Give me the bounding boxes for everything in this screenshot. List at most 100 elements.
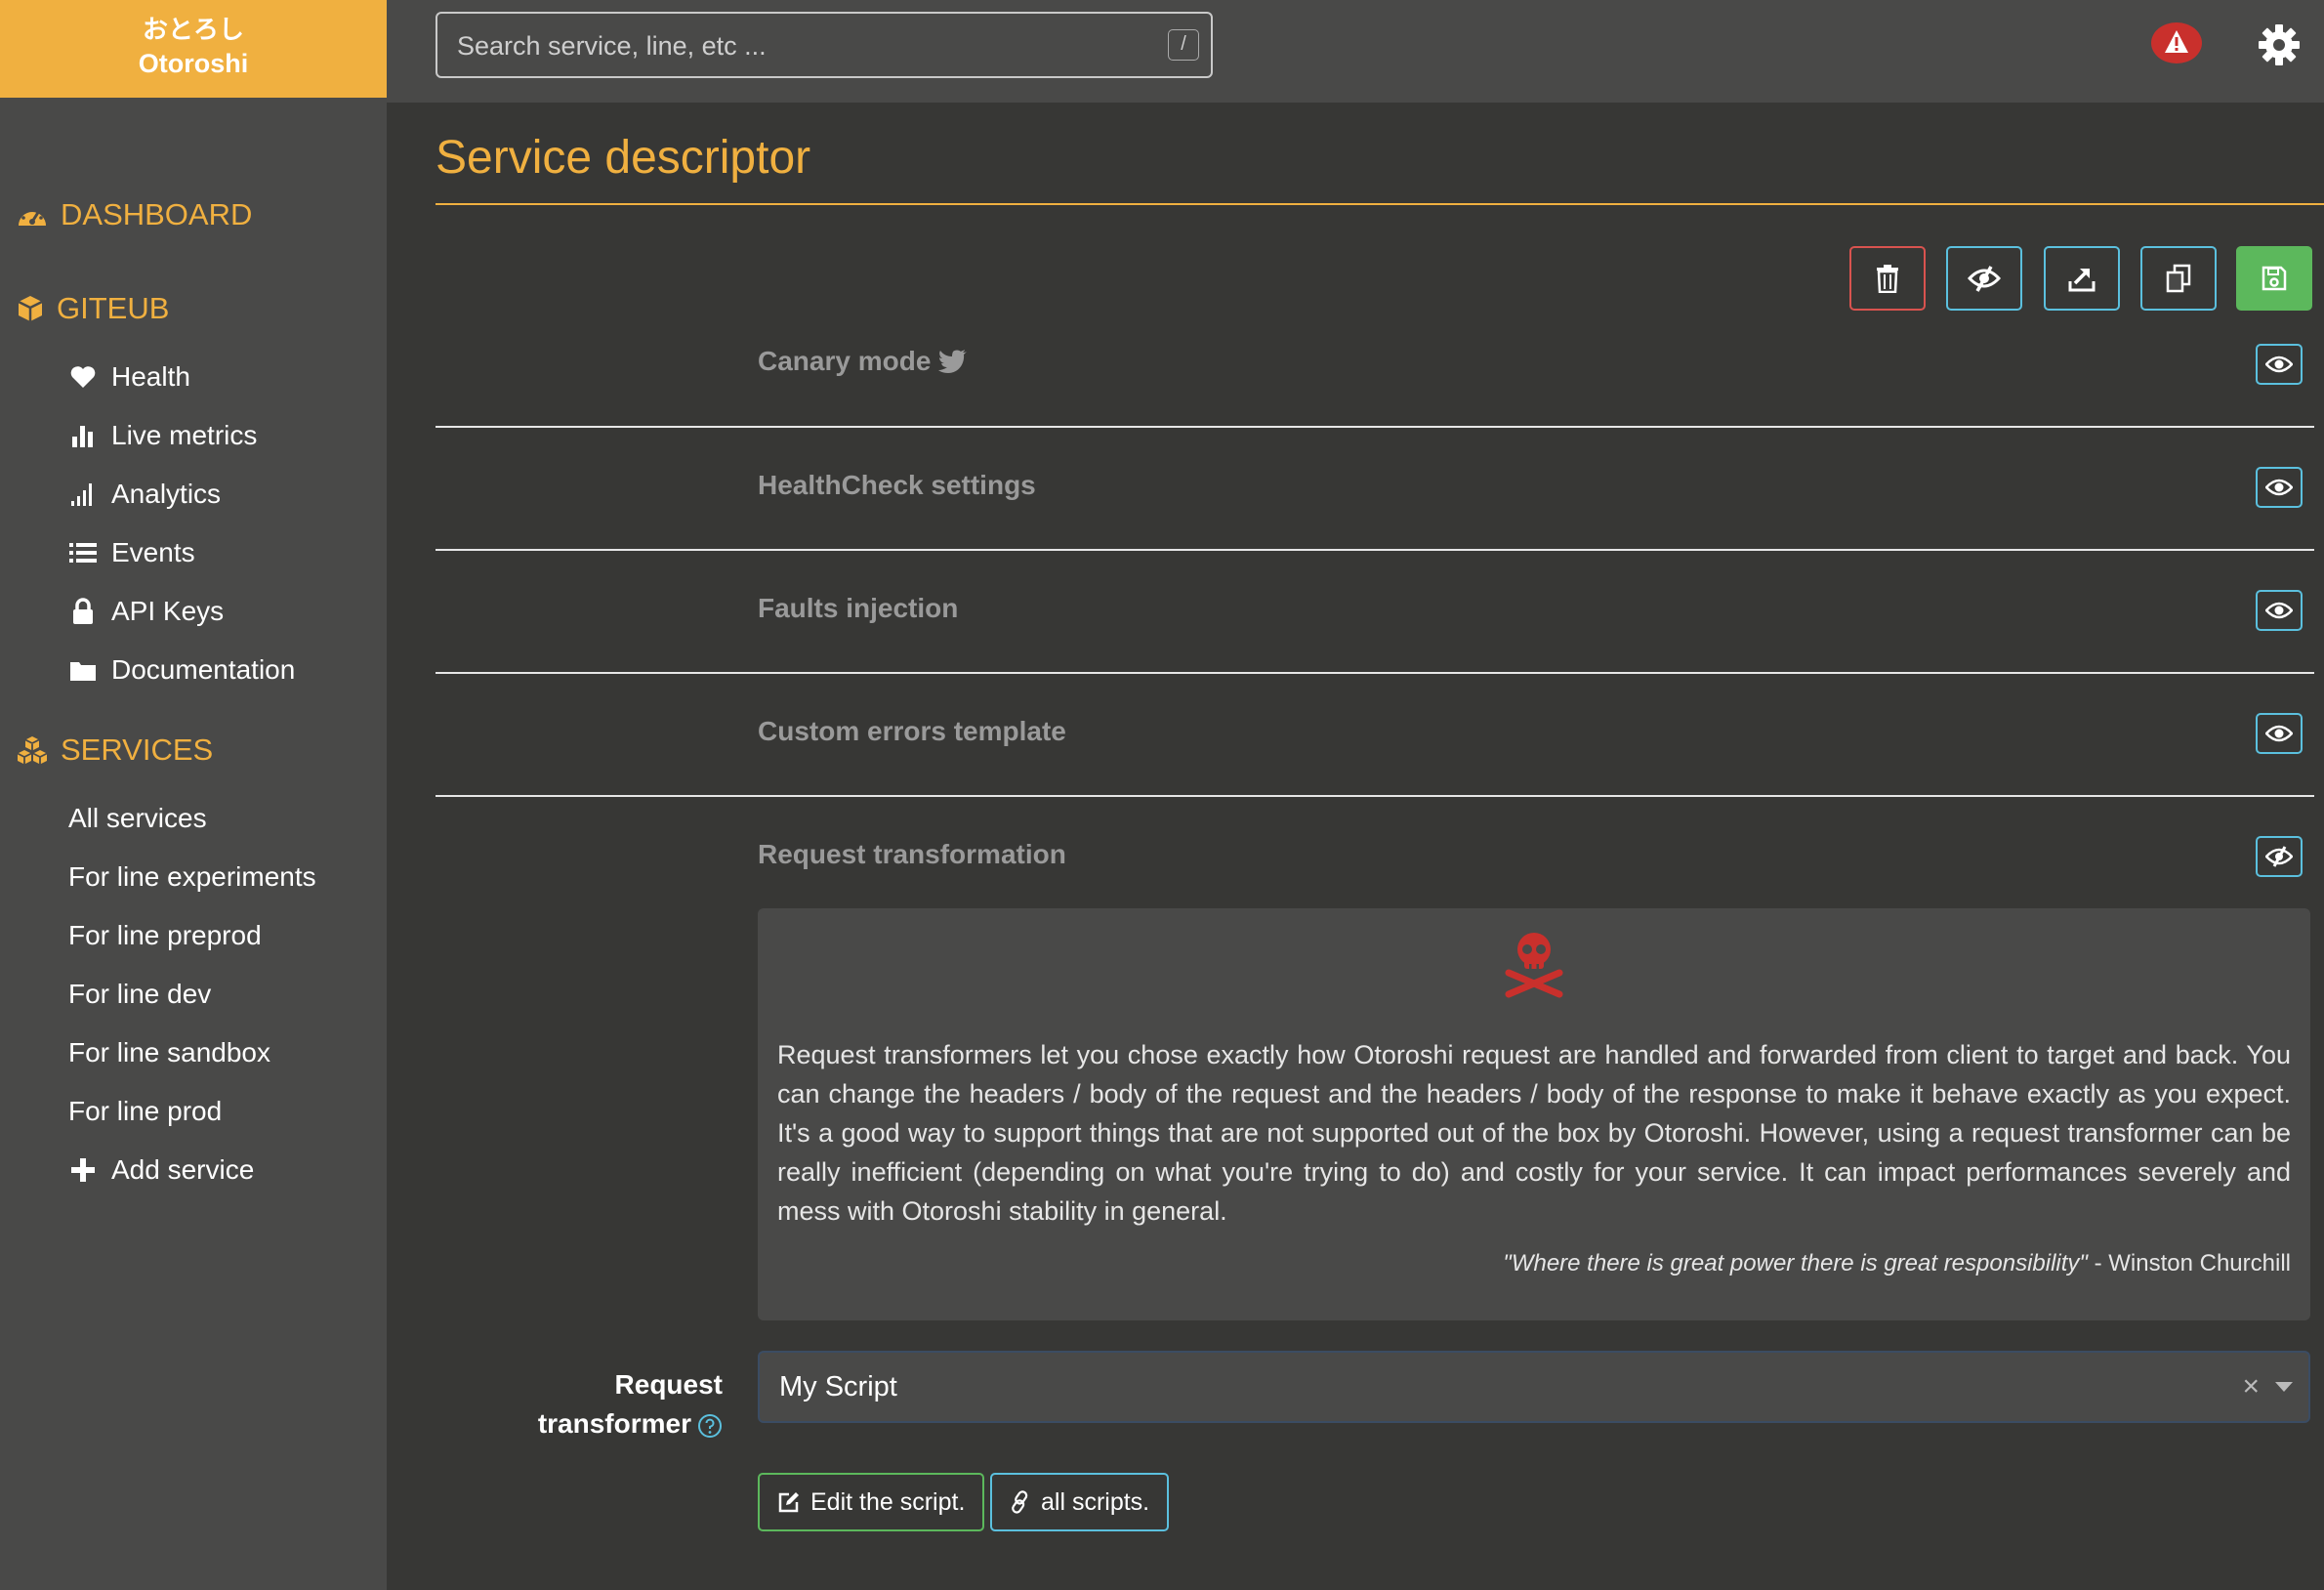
sidebar-link-all-services[interactable]: All services [68,799,207,838]
sidebar-service-title[interactable]: GITEUB [16,291,169,326]
sidebar-dashboard-link[interactable]: DASHBOARD [16,197,252,232]
add-service-label: Add service [111,1154,255,1185]
toggle-all-panels-button[interactable] [1946,246,2022,311]
heart-icon [68,362,98,392]
sidebar-item-health[interactable]: Health [68,357,190,397]
quote-text: "Where there is great power there is gre… [1503,1250,2088,1276]
brand-logo[interactable]: おとろし Otoroshi [0,0,387,98]
edit-script-label: Edit the script. [810,1487,966,1516]
warning-quote: "Where there is great power there is gre… [1503,1250,2291,1277]
question-circle-icon[interactable] [697,1413,723,1439]
eye-icon [2265,479,2293,496]
twitter-bird-icon [938,350,968,373]
floppy-disk-icon [2262,266,2287,291]
sidebar-link-line-preprod[interactable]: For line preprod [68,916,262,955]
show-panel-button-canary-mode[interactable] [2256,344,2303,385]
panel-title-healthcheck[interactable]: HealthCheck settings [758,470,1036,501]
copy-icon [2166,264,2191,293]
eye-icon [2265,356,2293,373]
panel-divider [436,549,2314,551]
panel-title-canary-mode[interactable]: Canary mode [758,346,968,377]
settings-button[interactable] [2256,21,2303,68]
sidebar-add-service[interactable]: Add service [68,1151,254,1190]
eye-icon [2265,602,2293,619]
request-transformer-label: Request transformer [488,1365,723,1444]
panel-divider [436,795,2314,797]
sidebar-item-analytics[interactable]: Analytics [68,475,221,514]
chevron-down-icon[interactable] [2275,1382,2293,1392]
topbar: / [387,0,2324,103]
cube-icon [18,296,43,321]
request-transformer-warning: Request transformers let you chose exact… [758,908,2310,1320]
show-panel-button-custom-errors[interactable] [2256,713,2303,754]
dashboard-label: DASHBOARD [61,197,253,231]
alerts-button[interactable] [2150,21,2203,64]
dashboard-gauge-icon [19,206,46,226]
cubes-icon [17,736,48,765]
eye-icon [2265,725,2293,742]
quote-author: - Winston Churchill [2087,1250,2291,1276]
duplicate-button[interactable] [2140,246,2217,311]
panel-title-label: Request transformation [758,839,1066,869]
services-label: SERVICES [61,732,214,767]
label-line-2: transformer [488,1404,723,1444]
sidebar-item-live-metrics[interactable]: Live metrics [68,416,257,455]
panel-title-label: Custom errors template [758,716,1066,746]
list-icon [68,538,98,567]
edit-icon [778,1492,799,1513]
save-button[interactable] [2236,246,2312,311]
export-icon [2068,269,2096,292]
search-box[interactable]: / [436,12,1213,78]
search-shortcut-key: / [1168,29,1199,61]
clear-selection-icon[interactable]: × [2242,1370,2260,1403]
bar-chart-icon [68,421,98,450]
brand-japanese-name: おとろし [142,15,244,44]
sidebar-item-documentation[interactable]: Documentation [68,650,295,690]
request-transformer-select[interactable]: My Script × [758,1351,2310,1423]
export-button[interactable] [2044,246,2120,311]
sidebar-link-line-dev[interactable]: For line dev [68,975,211,1014]
show-panel-button-faults-injection[interactable] [2256,590,2303,631]
all-scripts-label: all scripts. [1041,1487,1150,1516]
link-icon [1012,1490,1028,1514]
warning-triangle-icon [2151,22,2202,63]
panel-title-request-transformation[interactable]: Request transformation [758,839,1066,870]
eye-slash-icon [1968,266,2001,292]
brand-name: Otoroshi [138,49,249,78]
panel-title-custom-errors[interactable]: Custom errors template [758,716,1066,747]
title-divider [436,203,2324,205]
search-input[interactable] [455,23,1142,68]
sidebar-item-label: Analytics [111,479,222,509]
sidebar-item-label: Documentation [111,654,296,685]
sidebar-item-events[interactable]: Events [68,533,195,572]
panel-title-label: Faults injection [758,593,959,623]
sidebar-link-line-prod[interactable]: For line prod [68,1092,222,1131]
all-scripts-button[interactable]: all scripts. [990,1473,1170,1531]
sidebar-item-label: Health [111,361,190,392]
hide-panel-button-request-transformation[interactable] [2256,836,2303,877]
panel-title-label: Canary mode [758,346,932,376]
sidebar-item-label: Events [111,537,195,567]
label-line-2-text: transformer [537,1408,691,1439]
panel-title-label: HealthCheck settings [758,470,1036,500]
panel-title-faults-injection[interactable]: Faults injection [758,593,958,624]
panel-divider [436,672,2314,674]
service-name-label: GITEUB [57,291,170,325]
sidebar-link-line-experiments[interactable]: For line experiments [68,858,316,897]
signal-icon [68,480,98,509]
label-line-1: Request [614,1369,723,1400]
plus-icon [68,1155,98,1185]
sidebar-services-title[interactable]: SERVICES [16,732,213,768]
lock-icon [68,597,98,626]
sidebar-item-label: Live metrics [111,420,258,450]
sidebar: おとろし Otoroshi DASHBOARD GITEUB Health Li… [0,0,387,1590]
selected-value: My Script [779,1371,897,1402]
delete-button[interactable] [1849,246,1926,311]
edit-script-button[interactable]: Edit the script. [758,1473,985,1531]
warning-text: Request transformers let you chose exact… [777,1040,2291,1226]
page-title: Service descriptor [436,132,811,184]
show-panel-button-healthcheck[interactable] [2256,467,2303,508]
trash-icon [1877,265,1898,293]
sidebar-link-line-sandbox[interactable]: For line sandbox [68,1033,270,1072]
sidebar-item-api-keys[interactable]: API Keys [68,592,224,631]
